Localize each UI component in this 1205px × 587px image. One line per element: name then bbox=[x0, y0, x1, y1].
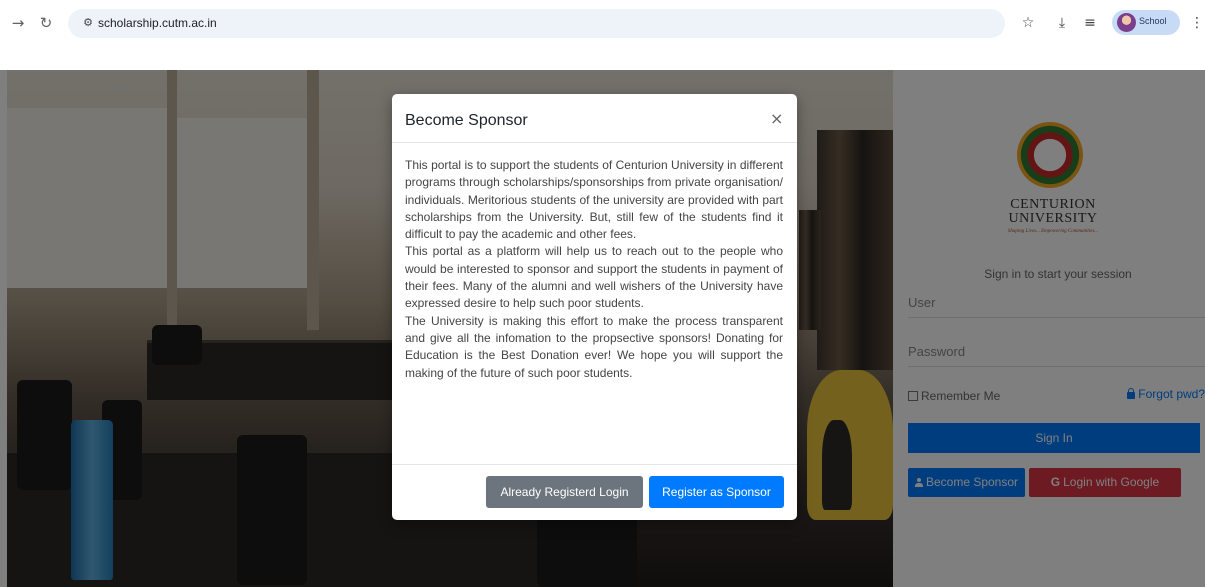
avatar bbox=[1117, 13, 1136, 32]
profile-button[interactable]: School bbox=[1112, 10, 1180, 35]
modal-footer-divider bbox=[392, 464, 797, 465]
modal-paragraph: This portal is to support the students o… bbox=[405, 158, 783, 242]
profile-label: School bbox=[1139, 16, 1167, 26]
browser-toolbar: → ↻ ⚙ scholarship.cutm.ac.in ☆ ⤓ ≡ Schoo… bbox=[0, 0, 1205, 70]
register-as-sponsor-button[interactable]: Register as Sponsor bbox=[649, 476, 784, 508]
reload-icon[interactable]: ↻ bbox=[36, 13, 56, 33]
forward-icon[interactable]: → bbox=[8, 13, 28, 33]
menu-kebab-icon[interactable]: ⋮ bbox=[1187, 13, 1205, 33]
become-sponsor-modal: Become Sponsor × This portal is to suppo… bbox=[392, 94, 797, 520]
modal-title: Become Sponsor bbox=[405, 112, 528, 129]
reading-list-icon[interactable]: ≡ bbox=[1080, 13, 1100, 33]
modal-paragraph: The University is making this effort to … bbox=[405, 313, 783, 380]
download-icon[interactable]: ⤓ bbox=[1052, 13, 1072, 33]
modal-header-divider bbox=[392, 142, 797, 143]
bookmark-star-icon[interactable]: ☆ bbox=[1018, 13, 1038, 33]
address-bar[interactable]: ⚙ scholarship.cutm.ac.in bbox=[68, 9, 1005, 38]
close-icon[interactable]: × bbox=[770, 109, 783, 128]
modal-paragraph: This portal as a platform will help us t… bbox=[405, 244, 783, 311]
already-registered-login-button[interactable]: Already Registerd Login bbox=[486, 476, 643, 508]
modal-body: This portal is to support the students o… bbox=[405, 157, 783, 382]
url-text[interactable]: scholarship.cutm.ac.in bbox=[98, 16, 217, 30]
site-settings-icon[interactable]: ⚙ bbox=[79, 14, 97, 32]
